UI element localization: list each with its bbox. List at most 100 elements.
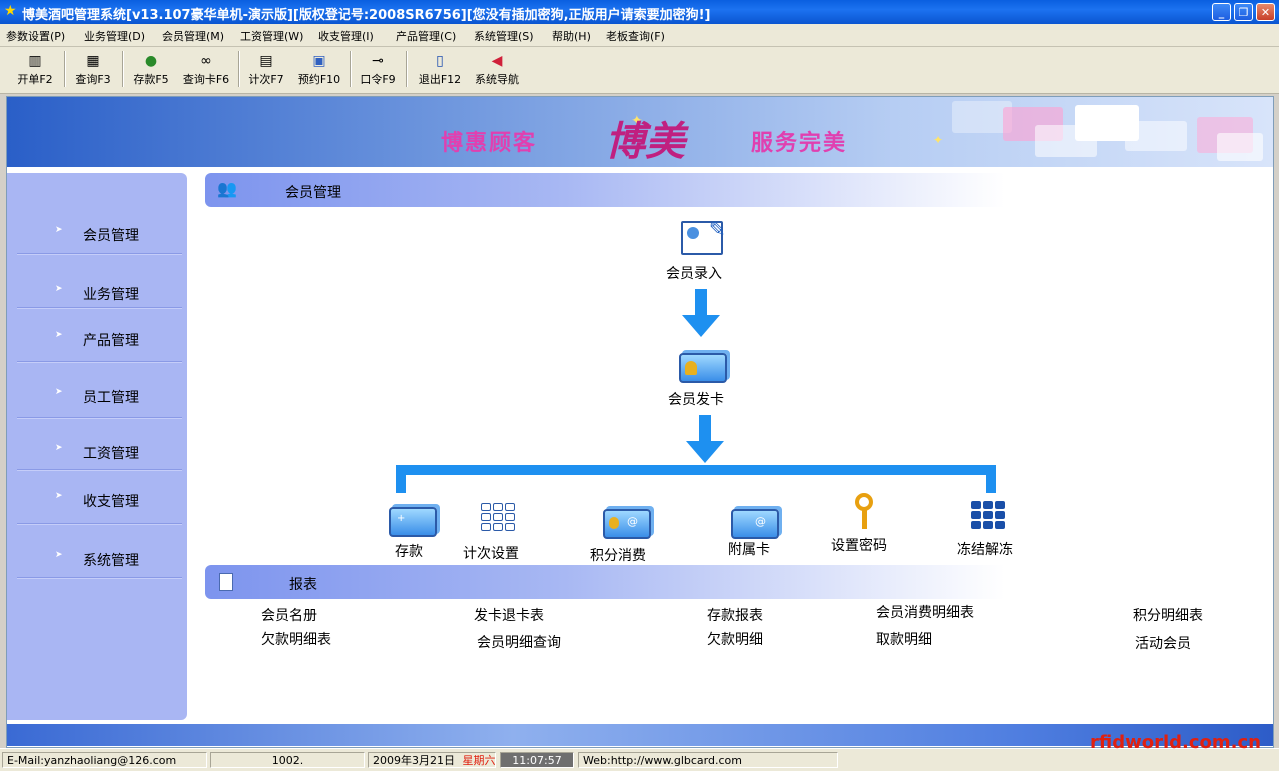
sidebar-item-business[interactable]: ➤ 业务管理 bbox=[7, 276, 187, 316]
money-bag-icon: ● bbox=[144, 53, 158, 69]
back-arrow-icon: ◀ bbox=[491, 53, 503, 69]
menu-business[interactable]: 业务管理(D) bbox=[84, 28, 145, 44]
sidebar-item-product[interactable]: ➤ 产品管理 bbox=[7, 322, 187, 362]
toolbar-label: 口令F9 bbox=[360, 73, 396, 86]
watermark: rfidworld.com.cn bbox=[1090, 732, 1261, 753]
app-icon: ★ bbox=[4, 3, 17, 19]
report-debt-detail-short[interactable]: 欠款明细 bbox=[707, 629, 763, 649]
sparkle-icon: ✦ bbox=[933, 133, 944, 147]
person-icon bbox=[609, 517, 619, 529]
status-time: 11:07:57 bbox=[500, 752, 574, 768]
sidebar-item-member[interactable]: ➤ 会员管理 bbox=[7, 217, 187, 257]
menu-system[interactable]: 系统管理(S) bbox=[474, 28, 534, 44]
toolbar-count-button[interactable]: ▤ 计次F7 bbox=[244, 49, 288, 89]
report-active-members[interactable]: 活动会员 bbox=[1135, 633, 1191, 653]
sidebar-item-staff[interactable]: ➤ 员工管理 bbox=[7, 379, 187, 419]
menu-product[interactable]: 产品管理(C) bbox=[396, 28, 456, 44]
bullet-icon: ➤ bbox=[55, 443, 63, 453]
report-member-detail-query[interactable]: 会员明细查询 bbox=[477, 632, 561, 652]
users-icon: 👥 bbox=[217, 179, 237, 198]
bullet-icon: ➤ bbox=[55, 225, 63, 235]
menu-member[interactable]: 会员管理(M) bbox=[162, 28, 224, 44]
toolbar-reservation-button[interactable]: ▣ 预约F10 bbox=[294, 49, 344, 89]
toolbar-label: 系统导航 bbox=[475, 73, 519, 86]
toolbar-query-card-button[interactable]: ∞ 查询卡F6 bbox=[178, 49, 234, 89]
banner-logo: 博美 bbox=[605, 118, 685, 165]
toolbar-navigation-button[interactable]: ◀ 系统导航 bbox=[470, 49, 524, 89]
sidebar-item-label: 业务管理 bbox=[83, 287, 139, 303]
sidebar-item-system[interactable]: ➤ 系统管理 bbox=[7, 542, 187, 582]
banner-decoration bbox=[1035, 125, 1097, 157]
report-deposit[interactable]: 存款报表 bbox=[707, 605, 763, 625]
minimize-button[interactable]: _ bbox=[1212, 3, 1231, 21]
flow-branch-line bbox=[396, 465, 996, 475]
status-bar: E-Mail:yanzhaoliang@126.com 1002. 2009年3… bbox=[0, 748, 1279, 771]
divider bbox=[17, 417, 182, 419]
divider bbox=[17, 523, 182, 525]
menu-help[interactable]: 帮助(H) bbox=[552, 28, 591, 44]
toolbar-separator bbox=[406, 51, 408, 87]
action-sub-card[interactable]: 附属卡 bbox=[728, 539, 770, 559]
report-member-roster[interactable]: 会员名册 bbox=[261, 605, 317, 625]
close-button[interactable]: ✕ bbox=[1256, 3, 1275, 21]
report-card-issue-return[interactable]: 发卡退卡表 bbox=[474, 605, 544, 625]
action-freeze[interactable]: 冻结解冻 bbox=[957, 539, 1013, 559]
status-weekday: 星期六 bbox=[462, 754, 496, 767]
freeze-grid-icon[interactable] bbox=[971, 501, 1005, 529]
sidebar: ➤ 会员管理 ➤ 业务管理 ➤ 产品管理 ➤ 员工管理 ➤ 工资管理 ➤ 收支管… bbox=[7, 173, 187, 720]
toolbar-open-order-button[interactable]: ▥ 开单F2 bbox=[12, 49, 58, 89]
report-withdrawal-detail[interactable]: 取款明细 bbox=[876, 629, 932, 649]
toolbar-exit-button[interactable]: ▯ 退出F12 bbox=[414, 49, 466, 89]
sidebar-item-label: 系统管理 bbox=[83, 553, 139, 569]
divider bbox=[17, 253, 182, 255]
key-icon[interactable] bbox=[853, 493, 879, 531]
pen-icon: ✎ bbox=[709, 217, 726, 241]
sub-card-icon[interactable]: @ bbox=[731, 509, 779, 539]
report-member-consumption[interactable]: 会员消费明细表 bbox=[876, 602, 974, 622]
member-card-icon[interactable] bbox=[679, 353, 727, 383]
menu-finance[interactable]: 收支管理(I) bbox=[318, 28, 374, 44]
maximize-button[interactable]: ❐ bbox=[1234, 3, 1253, 21]
report-debt-detail[interactable]: 欠款明细表 bbox=[261, 629, 331, 649]
divider bbox=[17, 577, 182, 579]
sidebar-item-label: 会员管理 bbox=[83, 228, 139, 244]
counter-icon: ▤ bbox=[259, 53, 273, 69]
toolbar-label: 计次F7 bbox=[248, 73, 284, 86]
points-card-icon[interactable]: @ bbox=[603, 509, 651, 539]
section-title: 报表 bbox=[289, 577, 317, 593]
at-glyph: @ bbox=[627, 515, 638, 528]
menu-salary[interactable]: 工资管理(W) bbox=[240, 28, 303, 44]
member-entry-label[interactable]: 会员录入 bbox=[666, 263, 722, 283]
toolbar-separator bbox=[122, 51, 124, 87]
issue-card-label[interactable]: 会员发卡 bbox=[668, 389, 724, 409]
member-entry-button[interactable]: ✎ bbox=[681, 217, 729, 255]
divider bbox=[17, 307, 182, 309]
toolbar-separator bbox=[238, 51, 240, 87]
sidebar-item-label: 收支管理 bbox=[83, 494, 139, 510]
sidebar-item-finance[interactable]: ➤ 收支管理 bbox=[7, 483, 187, 523]
action-deposit[interactable]: 存款 bbox=[395, 541, 423, 561]
action-count-setting[interactable]: 计次设置 bbox=[463, 543, 519, 563]
action-points[interactable]: 积分消费 bbox=[590, 545, 646, 565]
footer-band bbox=[7, 724, 1273, 746]
title-bar: ★ 博美酒吧管理系统[v13.107豪华单机-演示版][版权登记号:2008SR… bbox=[0, 0, 1279, 24]
grid-icon[interactable] bbox=[481, 503, 515, 531]
toolbar-label: 预约F10 bbox=[297, 73, 341, 86]
flow-arrow bbox=[699, 415, 711, 441]
menu-boss-query[interactable]: 老板查询(F) bbox=[606, 28, 665, 44]
card-stack-icon[interactable]: + bbox=[389, 507, 437, 537]
report-points-detail[interactable]: 积分明细表 bbox=[1133, 605, 1203, 625]
menu-bar: 参数设置(P) 业务管理(D) 会员管理(M) 工资管理(W) 收支管理(I) … bbox=[0, 24, 1279, 47]
query-icon: ▦ bbox=[86, 53, 100, 69]
toolbar-query-button[interactable]: ▦ 查询F3 bbox=[70, 49, 116, 89]
banner-decoration bbox=[1125, 121, 1187, 151]
toolbar-deposit-button[interactable]: ● 存款F5 bbox=[128, 49, 174, 89]
action-set-password[interactable]: 设置密码 bbox=[831, 535, 887, 555]
toolbar-password-button[interactable]: ⊸ 口令F9 bbox=[356, 49, 400, 89]
status-date: 2009年3月21日 bbox=[373, 754, 455, 767]
banner: ✦ ✦ 博惠顾客 博美 服务完美 bbox=[7, 97, 1273, 167]
toolbar-label: 退出F12 bbox=[418, 73, 462, 86]
document-icon bbox=[219, 573, 233, 591]
menu-params[interactable]: 参数设置(P) bbox=[6, 28, 65, 44]
at-glyph: @ bbox=[755, 515, 766, 528]
